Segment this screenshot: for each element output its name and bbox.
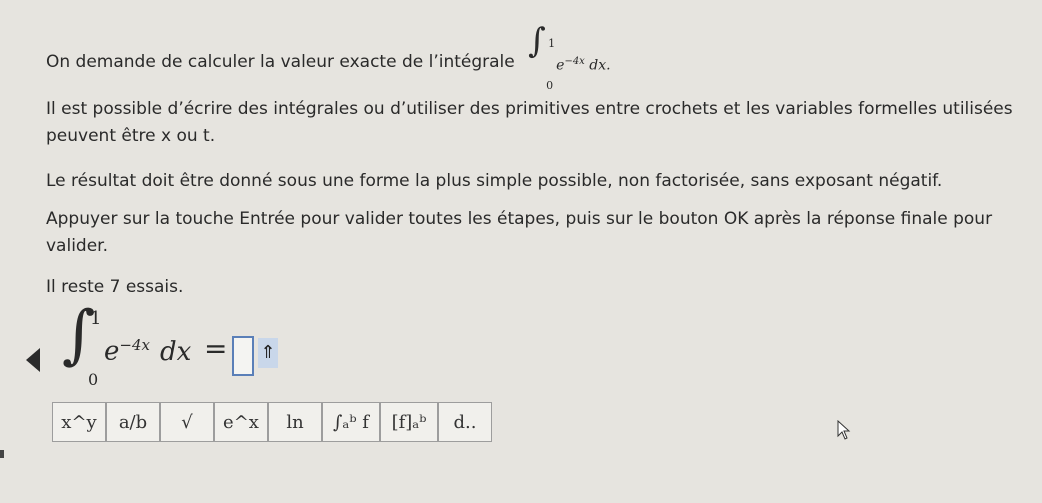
toolbar-ln-button[interactable]: ln <box>268 402 322 442</box>
edge-mark <box>0 450 4 458</box>
toolbar-sqrt-button[interactable]: √ <box>160 402 214 442</box>
triangle-marker-icon <box>26 348 40 372</box>
instruction-format: Le résultat doit être donné sous une for… <box>46 171 943 191</box>
inline-integral-upper: 1 <box>548 37 556 50</box>
tries-remaining: Il reste 7 essais. <box>46 277 184 297</box>
instruction-validate: Appuyer sur la touche Entrée pour valide… <box>46 209 993 256</box>
toolbar-derivative-button[interactable]: d.. <box>438 402 492 442</box>
instruction-variables: Il est possible d’écrire des intégrales … <box>46 99 1013 146</box>
toolbar-power-button[interactable]: x^y <box>52 402 106 442</box>
answer-integral-lower: 0 <box>88 370 99 389</box>
move-up-button[interactable]: ⇑ <box>258 338 278 368</box>
toolbar-exp-button[interactable]: e^x <box>214 402 268 442</box>
equals-sign: = <box>204 332 228 365</box>
inline-integral: ∫ 1 0 e−4x dx. <box>520 24 620 92</box>
toolbar-integral-button[interactable]: ∫ₐᵇ f <box>322 402 380 442</box>
inline-integral-lower: 0 <box>546 79 554 92</box>
math-toolbar: x^y a/b √ e^x ln ∫ₐᵇ f [f]ₐᵇ d.. <box>52 402 492 442</box>
answer-line: ∫ 1 0 e−4x dx = ⇑ <box>26 298 326 392</box>
question-line1: On demande de calculer la valeur exacte … <box>46 24 620 92</box>
question-prefix: On demande de calculer la valeur exacte … <box>46 52 515 72</box>
answer-integrand: e−4x dx <box>104 336 192 367</box>
answer-input[interactable] <box>232 336 254 376</box>
answer-integral-upper: 1 <box>90 308 102 329</box>
mouse-cursor-icon <box>837 420 851 440</box>
toolbar-bracket-button[interactable]: [f]ₐᵇ <box>380 402 438 442</box>
inline-integrand: e−4x dx. <box>556 56 611 74</box>
toolbar-fraction-button[interactable]: a/b <box>106 402 160 442</box>
